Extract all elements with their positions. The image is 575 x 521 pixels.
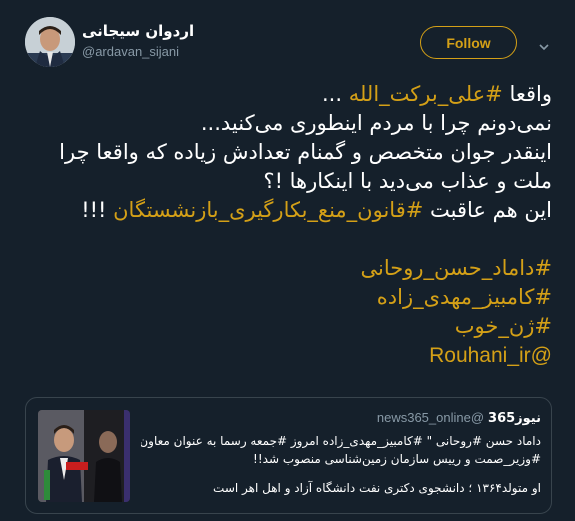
tweet-text-segment: این هم عاقبت bbox=[423, 198, 552, 222]
hashtag-link[interactable]: #کامبیز_مهدی_زاده bbox=[25, 283, 552, 312]
hashtag-link[interactable]: #علی_برکت_الله bbox=[349, 82, 503, 106]
news-photo[interactable] bbox=[38, 410, 130, 502]
follow-button[interactable]: Follow bbox=[420, 26, 517, 59]
hashtag-link[interactable]: #داماد_حسن_روحانی bbox=[25, 254, 553, 283]
author-handle[interactable]: @ardavan_sijani bbox=[82, 44, 179, 59]
quoted-tweet-header: نیوز365 @news365_online bbox=[141, 410, 541, 428]
tweet-text-segment: واقعا bbox=[502, 82, 552, 106]
author-name[interactable]: اردوان سیجانی bbox=[82, 22, 194, 40]
quoted-line-3: او متولد۱۳۶۴ ؛ دانشجوی دکتری نفت دانشگاه… bbox=[213, 481, 541, 495]
hashtag-link[interactable]: #ژن_خوب bbox=[25, 312, 552, 341]
tweet-text: واقعا #علی_برکت_الله ... نمی‌دونم چرا با… bbox=[25, 80, 552, 370]
quoted-tweet-text: داماد حسن #روحانی " #کامبیز_مهدی_زاده ام… bbox=[141, 432, 541, 497]
quoted-author-handle[interactable]: @news365_online bbox=[377, 410, 484, 425]
chevron-down-icon[interactable] bbox=[538, 38, 550, 51]
quoted-tweet[interactable]: نیوز365 @news365_online داماد حسن #روحانی… bbox=[25, 397, 552, 514]
quoted-line-2: #وزیر_صمت و رییس سازمان زمین‌شناسی منصوب… bbox=[253, 452, 541, 466]
tweet-line-1: واقعا #علی_برکت_الله ... bbox=[25, 80, 552, 109]
tweet-line-3: اینقدر جوان متخصص و گمنام تعدادش زیاده ک… bbox=[59, 140, 552, 164]
tweet-line-4: ملت و عذاب می‌دید با اینکارها !؟ bbox=[263, 169, 552, 193]
tweet-line-2: نمی‌دونم چرا با مردم اینطوری می‌کنید... bbox=[200, 111, 552, 135]
tweet-text-segment: ... bbox=[322, 82, 349, 106]
quoted-line-1: داماد حسن #روحانی " #کامبیز_مهدی_زاده ام… bbox=[141, 434, 541, 448]
quoted-author-name[interactable]: نیوز365 bbox=[488, 411, 541, 426]
tweet-header: اردوان سیجانی @ardavan_sijani Follow bbox=[0, 0, 575, 80]
avatar[interactable] bbox=[25, 17, 75, 67]
hashtag-link[interactable]: #قانون_منع_بکارگیری_بازنشستگان bbox=[113, 198, 423, 222]
tweet-text-segment: !!! bbox=[81, 198, 114, 222]
mention-link[interactable]: @Rouhani_ir bbox=[25, 341, 552, 370]
tweet-line-5: این هم عاقبت #قانون_منع_بکارگیری_بازنشست… bbox=[25, 196, 552, 225]
